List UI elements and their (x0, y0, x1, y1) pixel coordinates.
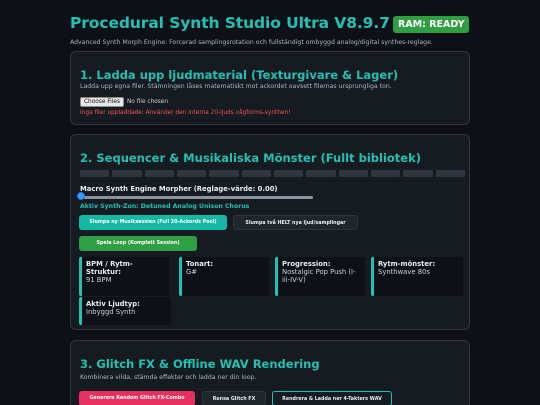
stat-sound-type: Aktiv Ljudtyp: Inbyggd Synth (79, 297, 171, 325)
page-subtitle: Advanced Synth Morph Engine: Forcerad sa… (70, 39, 433, 46)
sequencer-step[interactable] (403, 170, 433, 177)
random-glitch-button[interactable]: Generera Random Glitch FX-Combo (79, 391, 195, 405)
upload-card: 1. Ladda upp ljudmaterial (Texturgivare … (70, 51, 470, 125)
sequencer-step[interactable] (338, 170, 368, 177)
render-description: Kombinera vilda, stämda effekter och lad… (80, 374, 257, 381)
sequencer-step[interactable] (112, 170, 142, 177)
stat-key-value: G# (186, 268, 197, 276)
stat-rhythm-label: Rytm-mönster: (378, 260, 436, 268)
synth-zone-label: Aktiv Synth-Zon: Detuned Analog Unison C… (80, 203, 250, 210)
sequencer-step[interactable] (371, 170, 401, 177)
render-card: 3. Glitch FX & Offline WAV Rendering Kom… (70, 340, 470, 405)
random-session-button[interactable]: Slumpa ny Musiksession (Full 20-Ackords … (79, 215, 227, 230)
sequencer-step[interactable] (177, 170, 207, 177)
sequencer-step[interactable] (80, 170, 110, 177)
macro-label: Macro Synth Engine Morpher (Reglage-värd… (80, 185, 278, 193)
stat-progression-value: Nostalgic Pop Push (I-iii-IV-V) (282, 268, 356, 284)
file-status: No file chosen (126, 99, 169, 105)
upload-title: 1. Ladda upp ljudmaterial (Texturgivare … (80, 68, 399, 82)
step-sequencer (80, 170, 465, 177)
stat-rhythm-value: Synthwave 80s (378, 268, 430, 276)
sequencer-step[interactable] (435, 170, 465, 177)
stat-key: Tonart: G# (179, 257, 269, 296)
stat-progression-label: Progression: (282, 260, 331, 268)
sequencer-step[interactable] (241, 170, 271, 177)
clear-glitch-button[interactable]: Rensa Glitch FX (202, 391, 266, 405)
play-loop-button[interactable]: Spela Loop (Komplett Session) (79, 236, 197, 251)
sequencer-step[interactable] (144, 170, 174, 177)
file-input[interactable]: Choose Files No file chosen (80, 97, 168, 107)
sequencer-step[interactable] (274, 170, 304, 177)
random-sounds-button[interactable]: Slumpa två HELT nya ljud/samplingar (233, 215, 358, 230)
stat-key-label: Tonart: (186, 260, 214, 268)
stat-rhythm: Rytm-mönster: Synthwave 80s (371, 257, 463, 296)
macro-slider-thumb[interactable] (77, 192, 85, 200)
upload-warning: Inga filer uppladdade: Använder den inte… (80, 110, 291, 116)
stat-bpm: BPM / Rytm-Struktur: 91 BPM (79, 257, 169, 296)
stat-progression: Progression: Nostalgic Pop Push (I-iii-I… (275, 257, 365, 296)
stat-sound-type-value: Inbyggd Synth (86, 308, 136, 316)
sequencer-card: 2. Sequencer & Musikaliska Mönster (Full… (70, 134, 470, 330)
stat-bpm-value: 91 BPM (86, 276, 112, 284)
stat-bpm-label: BPM / Rytm-Struktur: (86, 260, 133, 276)
sequencer-step[interactable] (306, 170, 336, 177)
render-title: 3. Glitch FX & Offline WAV Rendering (80, 357, 320, 371)
stat-sound-type-label: Aktiv Ljudtyp: (86, 300, 140, 308)
choose-files-button[interactable]: Choose Files (80, 97, 124, 107)
sequencer-title: 2. Sequencer & Musikaliska Mönster (Full… (80, 151, 422, 165)
macro-slider-track[interactable] (81, 196, 313, 199)
sequencer-step[interactable] (209, 170, 239, 177)
render-download-button[interactable]: Rendrera & Ladda ner 4-Takters WAV (272, 391, 392, 405)
upload-description: Ladda upp egna filer. Stämningen låses m… (80, 83, 392, 90)
ram-status-badge: RAM: READY (393, 16, 470, 33)
